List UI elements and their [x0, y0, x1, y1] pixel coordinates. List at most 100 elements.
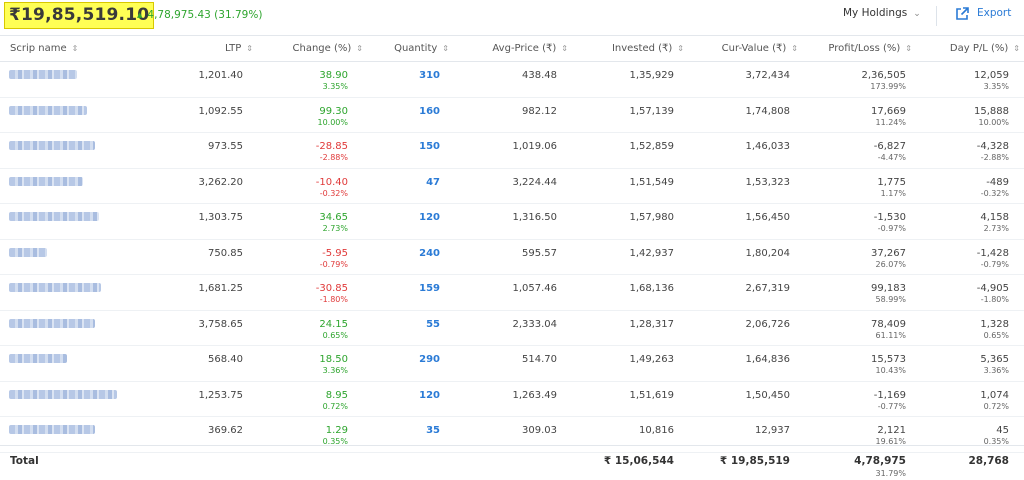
cell-avg: 595.57 — [522, 247, 557, 259]
cell-day-pct: 10.00% — [978, 117, 1009, 127]
cell-chg-pct: -1.80% — [319, 295, 348, 304]
cell-inv: 1,52,859 — [629, 141, 674, 152]
cell-pl-pct: 11.24% — [875, 117, 906, 127]
cell-avg: 1,263.49 — [512, 389, 557, 401]
overall-gain-text: 4,78,975.43 (31.79%) — [147, 9, 263, 21]
table-row[interactable]: 750.85 -5.95 -0.79% 240 595.57 1,42,937 1,80,2… — [0, 240, 1024, 275]
table-row[interactable]: 3,262.20 -10.40 -0.32% 47 3,224.44 1,51,549 1,… — [0, 169, 1024, 204]
cell-ltp: 973.55 — [208, 141, 243, 152]
scrip-name-redacted[interactable] — [9, 389, 117, 399]
total-cur-value: ₹ 19,85,519 — [719, 455, 790, 467]
col-scrip-name[interactable]: Scrip name ⇕ — [10, 43, 78, 54]
table-row[interactable]: 3,758.65 24.15 0.65% 55 2,333.04 1,28,317 2,06… — [0, 311, 1024, 346]
sort-icon: ⇕ — [71, 44, 79, 53]
cell-avg: 1,019.06 — [512, 141, 557, 152]
table-row[interactable]: 1,201.40 38.90 3.35% 310 438.48 1,35,929 3,72,… — [0, 62, 1024, 98]
cell-pl-pct: 1.17% — [880, 188, 906, 198]
scrip-name-redacted[interactable] — [9, 283, 101, 292]
col-cur-value[interactable]: Cur-Value (₹) ⇕ — [722, 43, 798, 54]
table-row[interactable]: 568.40 18.50 3.36% 290 514.70 1,49,263 1,64,83… — [0, 346, 1024, 382]
cell-chg-pct: 2.73% — [322, 224, 348, 233]
col-avg-price[interactable]: Avg-Price (₹) ⇕ — [492, 43, 568, 54]
sort-icon: ⇕ — [1013, 44, 1020, 53]
cell-cur: 1,50,450 — [745, 389, 790, 401]
cell-day: 1,074 — [980, 389, 1009, 401]
scrip-name-redacted[interactable] — [9, 70, 77, 79]
cell-avg: 309.03 — [522, 425, 557, 436]
col-quantity[interactable]: Quantity ⇕ — [394, 43, 449, 54]
scrip-name-redacted[interactable] — [9, 212, 99, 221]
cell-pl: 78,409 — [871, 318, 906, 330]
cell-day-pct: 3.36% — [983, 366, 1009, 375]
table-row[interactable]: 973.55 -28.85 -2.88% 150 1,019.06 1,52,859 1,4… — [0, 133, 1024, 169]
cell-qty: 159 — [419, 283, 440, 294]
cell-ltp: 1,253.75 — [198, 389, 243, 401]
cell-inv: 1,57,139 — [629, 105, 674, 117]
scrip-name-redacted[interactable] — [9, 105, 87, 115]
scrip-name-redacted[interactable] — [9, 141, 95, 150]
cell-qty: 310 — [419, 70, 440, 81]
cell-day-pct: 0.65% — [983, 330, 1009, 340]
holdings-dropdown-label: My Holdings — [843, 7, 908, 19]
cell-chg-pct: 3.35% — [322, 82, 348, 91]
cell-cur: 3,72,434 — [745, 70, 790, 81]
cell-qty: 150 — [419, 141, 440, 152]
scrip-name-redacted[interactable] — [9, 425, 95, 434]
cell-avg: 438.48 — [522, 70, 557, 81]
total-day-pl: 28,768 — [968, 455, 1009, 467]
cell-day-pct: -1.80% — [980, 295, 1009, 304]
cell-pl: -1,169 — [873, 389, 906, 401]
cell-inv: 1,68,136 — [629, 283, 674, 294]
cell-ltp: 1,201.40 — [198, 70, 243, 81]
table-row[interactable]: 1,092.55 99.30 10.00% 160 982.12 1,57,139 1,74… — [0, 98, 1024, 133]
sort-icon: ⇕ — [905, 44, 912, 53]
up-arrow-icon: ▲ — [137, 11, 143, 19]
cell-pl: 17,669 — [871, 105, 906, 117]
col-invested[interactable]: Invested (₹) ⇕ — [612, 43, 684, 54]
col-ltp[interactable]: LTP ⇕ — [225, 43, 253, 54]
scrip-name-redacted[interactable] — [9, 247, 47, 257]
cell-chg-pct: 10.00% — [317, 117, 348, 127]
cell-cur: 2,67,319 — [745, 283, 790, 294]
total-invested: ₹ 15,06,544 — [603, 455, 674, 467]
chevron-down-icon: ⌄ — [913, 9, 921, 19]
scrip-name-redacted[interactable] — [9, 318, 95, 328]
cell-pl: 99,183 — [871, 283, 906, 294]
table-row[interactable]: 1,303.75 34.65 2.73% 120 1,316.50 1,57,980 1,5… — [0, 204, 1024, 240]
col-profit-loss[interactable]: Profit/Loss (%) ⇕ — [828, 43, 912, 54]
cell-chg-pct: 3.36% — [322, 366, 348, 375]
cell-chg: 34.65 — [319, 212, 348, 223]
cell-cur: 1,74,808 — [745, 105, 790, 117]
cell-cur: 12,937 — [755, 425, 790, 436]
cell-pl-pct: 173.99% — [870, 82, 906, 91]
cell-qty: 35 — [426, 425, 440, 436]
cell-cur: 1,56,450 — [745, 212, 790, 223]
holdings-dropdown[interactable]: My Holdings ⌄ — [843, 7, 921, 19]
table-row[interactable]: 1,681.25 -30.85 -1.80% 159 1,057.46 1,68,136 2… — [0, 275, 1024, 311]
export-label: Export — [977, 7, 1012, 19]
cell-avg: 982.12 — [522, 105, 557, 117]
col-day-pl[interactable]: Day P/L (%) ⇕ — [950, 43, 1020, 54]
cell-qty: 120 — [419, 212, 440, 223]
external-link-icon — [956, 7, 969, 20]
cell-cur: 1,64,836 — [745, 354, 790, 365]
scrip-name-redacted[interactable] — [9, 354, 67, 363]
overall-gain: ▲ 4,78,975.43 (31.79%) — [137, 9, 262, 21]
cell-pl-pct: 26.07% — [875, 259, 906, 269]
table-row[interactable]: 1,253.75 8.95 0.72% 120 1,263.49 1,51,619 1,50… — [0, 382, 1024, 417]
portfolio-header: ₹19,85,519.10 ▲ 4,78,975.43 (31.79%) My H… — [0, 0, 1024, 34]
cell-cur: 2,06,726 — [745, 318, 790, 330]
sort-icon: ⇕ — [442, 44, 449, 53]
cell-chg: 99.30 — [319, 105, 348, 117]
cell-pl: -6,827 — [873, 141, 906, 152]
cell-day: 4,158 — [980, 212, 1009, 223]
cell-pl-pct: -0.77% — [877, 401, 906, 411]
cell-inv: 1,57,980 — [629, 212, 674, 223]
scrip-name-redacted[interactable] — [9, 176, 83, 186]
col-change[interactable]: Change (%) ⇕ — [293, 43, 363, 54]
cell-ltp: 750.85 — [208, 247, 243, 259]
cell-ltp: 369.62 — [208, 425, 243, 436]
cell-avg: 2,333.04 — [512, 318, 557, 330]
cell-chg-pct: 0.65% — [322, 330, 348, 340]
total-profit-loss: 4,78,975 — [854, 455, 906, 467]
